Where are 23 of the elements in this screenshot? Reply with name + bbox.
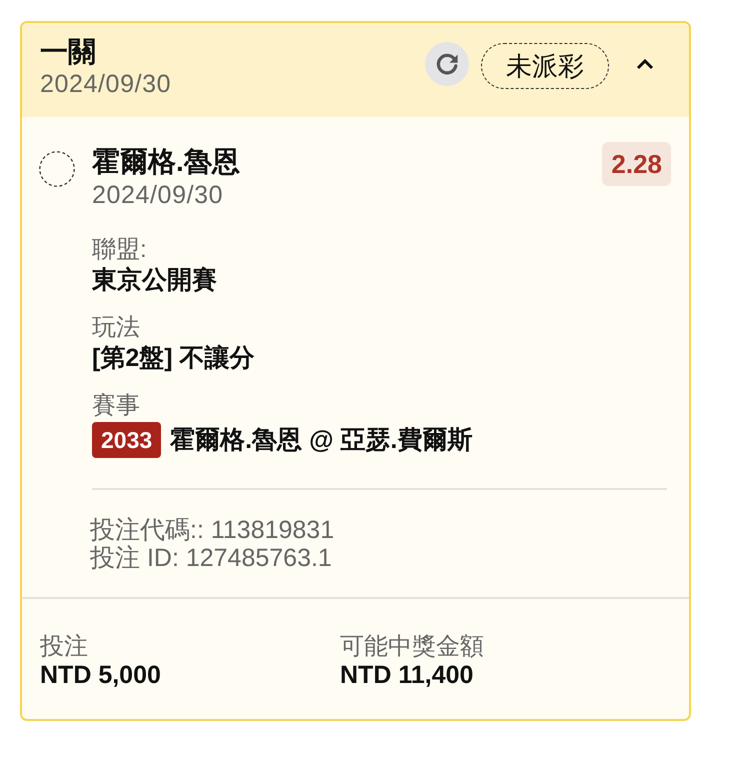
odds-badge: 2.28	[602, 142, 671, 186]
bet-code: 投注代碼:: 113819831	[90, 516, 336, 544]
event-code-badge: 2033	[92, 422, 162, 458]
bet-id: 投注 ID: 127485763.1	[90, 544, 333, 572]
collapse-button[interactable]	[635, 56, 655, 72]
detail-value: [第2盤] 不讓分	[92, 343, 256, 374]
event-matchup: 霍爾格.魯恩 @ 亞瑟.費爾斯	[170, 425, 472, 456]
selection-date: 2024/09/30	[92, 180, 224, 210]
dashed-circle-icon	[39, 151, 75, 187]
summary-label: 可能中獎金額	[340, 633, 485, 661]
refresh-button[interactable]	[425, 42, 469, 86]
detail-value: 東京公開賽	[92, 265, 218, 296]
detail-label: 玩法	[92, 314, 141, 342]
detail-label: 聯盟:	[92, 236, 148, 264]
ticket-title: 一關	[40, 35, 97, 69]
summary-amount: NTD 11,400	[340, 661, 474, 689]
summary-amount: NTD 5,000	[40, 661, 162, 689]
summary-label: 投注	[40, 633, 89, 661]
ticket-date: 2024/09/30	[40, 69, 172, 99]
detail-label: 賽事	[92, 392, 141, 420]
chevron-up-icon	[636, 58, 654, 70]
selection-name: 霍爾格.魯恩	[92, 145, 240, 179]
status-badge: 未派彩	[481, 43, 609, 89]
